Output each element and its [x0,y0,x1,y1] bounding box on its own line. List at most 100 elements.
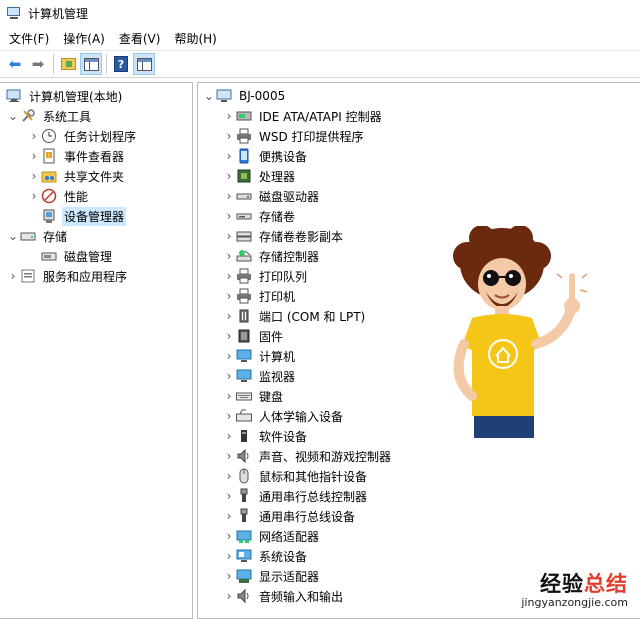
window-title: 计算机管理 [28,6,89,21]
device-category[interactable]: › 通用串行总线设备 [222,506,357,526]
chevron-right-icon[interactable]: › [222,326,236,346]
tree-root[interactable]: 计算机管理(本地) [6,86,124,106]
chevron-down-icon[interactable]: ⌄ [6,106,20,126]
tree-device-manager[interactable]: 设备管理器 [41,206,127,226]
device-category-label: 通用串行总线设备 [259,509,356,524]
help-button[interactable]: ? [110,53,132,75]
device-category[interactable]: › 固件 [222,326,285,346]
usb-icon [236,508,252,524]
forward-button[interactable]: ➡ [27,53,49,75]
chevron-right-icon[interactable]: › [222,546,236,566]
device-category[interactable]: › 软件设备 [222,426,309,446]
chevron-right-icon[interactable]: › [222,446,236,466]
device-category[interactable]: › 计算机 [222,346,297,366]
chevron-right-icon[interactable]: › [222,566,236,586]
menu-view[interactable]: 查看(V) [114,30,166,47]
chevron-down-icon[interactable]: ⌄ [6,226,20,246]
device-category[interactable]: › 声音、视频和游戏控制器 [222,446,393,466]
device-category-label: 端口 (COM 和 LPT) [259,309,366,324]
chevron-right-icon[interactable]: › [222,526,236,546]
menu-action[interactable]: 操作(A) [58,30,110,47]
chevron-right-icon[interactable]: › [27,166,41,186]
chevron-right-icon[interactable]: › [222,226,236,246]
watermark: 经验总结 jingyanzongjie.com [521,568,628,609]
device-category[interactable]: › 人体学输入设备 [222,406,345,426]
device-category[interactable]: › 系统设备 [222,546,309,566]
tree-shared-folders[interactable]: › 共享文件夹 [27,166,126,186]
device-category-label: IDE ATA/ATAPI 控制器 [259,109,382,124]
tree-system-tools[interactable]: ⌄ 系统工具 [6,106,93,126]
chevron-right-icon[interactable]: › [222,386,236,406]
tree-storage[interactable]: ⌄ 存储 [6,226,69,246]
chevron-right-icon[interactable]: › [222,186,236,206]
device-category[interactable]: › 鼠标和其他指针设备 [222,466,369,486]
tree-task-scheduler[interactable]: › 任务计划程序 [27,126,138,146]
chevron-right-icon[interactable]: › [222,166,236,186]
chevron-right-icon[interactable]: › [222,306,236,326]
chevron-right-icon[interactable]: › [222,406,236,426]
chevron-right-icon[interactable]: › [222,486,236,506]
chevron-right-icon[interactable]: › [222,246,236,266]
monitor-icon [236,368,252,384]
device-category[interactable]: › 处理器 [222,166,297,186]
device-category-label: 处理器 [259,169,296,184]
chevron-right-icon[interactable]: › [222,466,236,486]
device-category[interactable]: › 显示适配器 [222,566,321,586]
chevron-right-icon[interactable]: › [222,346,236,366]
chevron-right-icon[interactable]: › [222,366,236,386]
system-device-icon [236,548,252,564]
device-category[interactable]: › 打印队列 [222,266,309,286]
device-category[interactable]: › 监视器 [222,366,297,386]
device-category-label: 便携设备 [259,149,308,164]
chevron-right-icon[interactable]: › [27,146,41,166]
disk-management-icon [41,248,57,264]
chevron-right-icon[interactable]: › [222,506,236,526]
show-action-pane-button[interactable] [133,53,155,75]
back-button[interactable]: ⬅ [4,53,26,75]
device-category-label: 计算机 [259,349,296,364]
software-device-icon [236,428,252,444]
device-category[interactable]: › 存储控制器 [222,246,321,266]
device-category[interactable]: › 音频输入和输出 [222,586,345,606]
device-category[interactable]: › WSD 打印提供程序 [222,126,366,146]
device-category[interactable]: › 便携设备 [222,146,309,166]
device-category[interactable]: › IDE ATA/ATAPI 控制器 [222,106,384,126]
chevron-right-icon[interactable]: › [222,426,236,446]
chevron-right-icon[interactable]: › [222,266,236,286]
processor-icon [236,168,252,184]
device-root-label: BJ-0005 [239,89,286,103]
tree-performance-label: 性能 [64,189,89,204]
chevron-down-icon[interactable]: ⌄ [202,86,216,106]
device-category[interactable]: › 存储卷 [222,206,297,226]
tree-disk-management[interactable]: 磁盘管理 [41,246,114,266]
chevron-right-icon[interactable]: › [222,146,236,166]
chevron-right-icon[interactable]: › [222,126,236,146]
device-root[interactable]: ⌄ BJ-0005 [202,86,287,106]
storage-icon [20,228,36,244]
menu-file[interactable]: 文件(F) [4,30,54,47]
chevron-right-icon[interactable]: › [222,206,236,226]
device-category[interactable]: › 磁盘驱动器 [222,186,321,206]
tree-services-apps[interactable]: › 服务和应用程序 [6,266,129,286]
show-hide-tree-button[interactable] [80,53,102,75]
chevron-right-icon[interactable]: › [222,106,236,126]
chevron-right-icon[interactable]: › [27,126,41,146]
device-category[interactable]: › 通用串行总线控制器 [222,486,369,506]
tree-performance[interactable]: › 性能 [27,186,90,206]
device-category[interactable]: › 打印机 [222,286,297,306]
device-category[interactable]: › 键盘 [222,386,285,406]
chevron-right-icon[interactable]: › [27,186,41,206]
toolbar: ⬅ ➡ ? [0,50,640,78]
device-category[interactable]: › 存储卷卷影副本 [222,226,345,246]
device-category[interactable]: › 网络适配器 [222,526,321,546]
show-pane-icon [83,57,99,71]
tree-event-viewer[interactable]: › ! 事件查看器 [27,146,126,166]
back-icon: ⬅ [8,54,22,73]
up-level-button[interactable] [57,53,79,75]
device-category-label: 固件 [259,329,284,344]
chevron-right-icon[interactable]: › [6,266,20,286]
menu-help[interactable]: 帮助(H) [169,30,221,47]
device-category[interactable]: › 端口 (COM 和 LPT) [222,306,367,326]
chevron-right-icon[interactable]: › [222,586,236,606]
chevron-right-icon[interactable]: › [222,286,236,306]
